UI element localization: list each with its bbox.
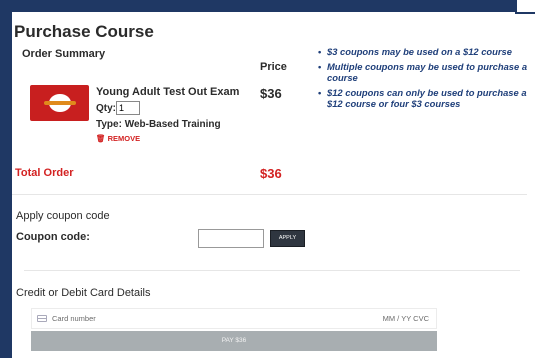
pay-button[interactable]: PAY $36 xyxy=(31,331,437,351)
card-number-placeholder: Card number xyxy=(52,314,96,323)
order-summary-heading: Order Summary xyxy=(22,48,106,60)
qty-label: Qty: xyxy=(96,103,116,114)
remove-link[interactable]: 🗑 REMOVE xyxy=(96,134,140,143)
remove-label: REMOVE xyxy=(107,134,141,143)
coupon-heading: Apply coupon code xyxy=(16,210,110,222)
course-price: $36 xyxy=(260,86,282,101)
credit-card-icon xyxy=(37,315,47,322)
expiry-cvc-placeholder: MM / YY CVC xyxy=(382,314,429,323)
course-type: Type: Web-Based Training xyxy=(96,119,221,130)
card-number-field[interactable]: Card number MM / YY CVC xyxy=(31,308,437,329)
divider xyxy=(12,194,527,195)
course-logo-band xyxy=(44,101,76,105)
coupon-note: $12 coupons can only be used to purchase… xyxy=(318,87,530,110)
card-details-heading: Credit or Debit Card Details xyxy=(16,287,151,299)
trash-icon: 🗑 xyxy=(96,134,106,143)
coupon-notes-list: $3 coupons may be used on a $12 course M… xyxy=(318,46,530,113)
total-order-value: $36 xyxy=(260,166,282,181)
price-column-header: Price xyxy=(260,61,287,73)
page-title: Purchase Course xyxy=(14,22,154,41)
apply-button[interactable]: APPLY xyxy=(270,230,305,247)
course-thumbnail xyxy=(30,85,89,121)
divider xyxy=(24,270,520,271)
frame-corner xyxy=(515,0,535,14)
coupon-code-input[interactable] xyxy=(198,229,264,248)
coupon-note: Multiple coupons may be used to purchase… xyxy=(318,61,530,84)
coupon-note: $3 coupons may be used on a $12 course xyxy=(318,46,530,58)
total-order-label: Total Order xyxy=(15,167,74,179)
qty-input[interactable] xyxy=(116,101,140,115)
coupon-code-label: Coupon code: xyxy=(16,231,90,243)
course-name: Young Adult Test Out Exam xyxy=(96,86,240,98)
